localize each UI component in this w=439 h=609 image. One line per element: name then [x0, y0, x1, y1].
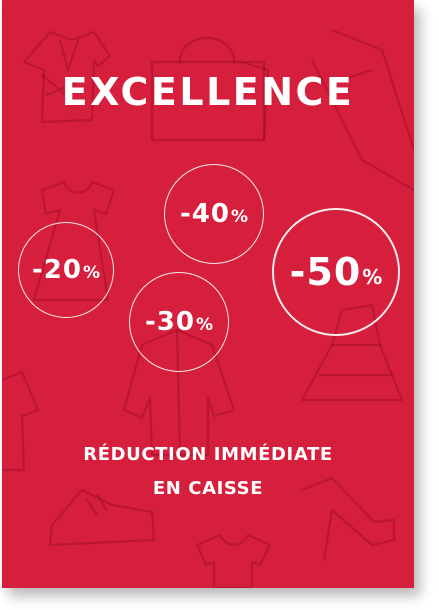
discount-value: -40 — [179, 199, 230, 229]
discount-badge-30: -30% — [129, 272, 229, 372]
discount-value: -20 — [31, 255, 82, 285]
percent-sign: % — [362, 265, 383, 289]
discount-value: -50 — [289, 250, 362, 294]
title: EXCELLENCE — [61, 70, 355, 114]
discount-badge-50: -50% — [272, 208, 400, 336]
subtitle-line-1: RÉDUCTION IMMÉDIATE — [83, 444, 333, 465]
discount-value: -30 — [144, 307, 195, 337]
discount-badge-40: -40% — [164, 164, 264, 264]
subtitle-line-2: EN CAISSE — [152, 478, 264, 499]
discount-badge-20: -20% — [18, 222, 114, 318]
percent-sign: % — [230, 206, 249, 227]
percent-sign: % — [195, 314, 214, 335]
tshirt-bottom-icon — [195, 533, 272, 588]
subtitle: RÉDUCTION IMMÉDIATE EN CAISSE — [2, 438, 414, 506]
percent-sign: % — [82, 262, 101, 283]
promo-card: EXCELLENCE -20% -40% -30% -50% RÉDUCTION… — [2, 0, 414, 588]
